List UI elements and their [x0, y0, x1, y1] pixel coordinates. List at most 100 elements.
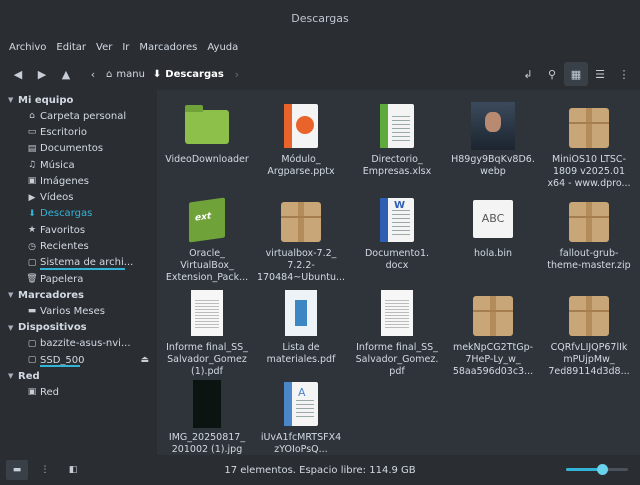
file-manager-window: Descargas Archivo Editar Ver Ir Marcador…: [0, 0, 640, 485]
sidebar-item-escritorio[interactable]: ▭ Escritorio: [0, 124, 157, 140]
text-document-icon: A: [277, 380, 325, 428]
expand-triangle-icon: ▼: [8, 323, 14, 332]
sidebar-section-dispositivos[interactable]: ▼ Dispositivos: [0, 320, 157, 336]
sidebar-item-varios-meses[interactable]: ▬ Varios Meses: [0, 303, 157, 319]
file-item[interactable]: ext Oracle_ VirtualBox_ Extension_Pack..…: [159, 196, 255, 284]
file-item[interactable]: Módulo_ Argparse.pptx: [253, 102, 349, 178]
file-item[interactable]: W Documento1. docx: [349, 196, 445, 272]
file-item[interactable]: fallout-grub- theme-master.zip: [541, 196, 637, 272]
archive-icon: [565, 196, 613, 244]
folder-icon: ▬: [27, 306, 37, 317]
menu-bar: Archivo Editar Ver Ir Marcadores Ayuda: [0, 36, 640, 58]
sidebar-item-musica[interactable]: ♫ Música: [0, 157, 157, 173]
menu-editar[interactable]: Editar: [51, 42, 91, 53]
document-icon: ▤: [27, 143, 37, 154]
binary-file-icon: ABC: [469, 196, 517, 244]
sidebar-item-sistema-de-archivos[interactable]: ▢ Sistema de archi...: [0, 255, 157, 271]
sidebar-section-red[interactable]: ▼ Red: [0, 368, 157, 384]
pdf-thumbnail: [183, 290, 231, 338]
compact-view-icon[interactable]: ⋮: [612, 62, 636, 86]
status-bar: ▬ ⋮ ◧ 17 elementos. Espacio libre: 114.9…: [0, 455, 640, 485]
zoom-slider[interactable]: [566, 464, 628, 475]
drive-icon: ▢: [27, 257, 37, 268]
file-item[interactable]: ABC hola.bin: [445, 196, 541, 260]
file-item[interactable]: Informe final_SS_ Salvador_Gomez (1).pdf: [159, 290, 255, 378]
zoom-knob[interactable]: [596, 464, 608, 475]
breadcrumb-left-chevron-icon[interactable]: ‹: [84, 62, 102, 86]
archive-icon: [565, 102, 613, 150]
drive-icon: ▢: [27, 338, 37, 349]
back-arrow-icon[interactable]: ◀: [6, 62, 30, 86]
archive-icon: [565, 290, 613, 338]
download-icon: ⬇: [28, 208, 36, 219]
location-toggle-icon[interactable]: ↲: [516, 62, 540, 86]
pdf-thumbnail: [373, 290, 421, 338]
usage-bar: [40, 267, 125, 270]
sidebar-item-carpeta-personal[interactable]: ⌂ Carpeta personal: [0, 108, 157, 124]
toolbar: ◀ ▶ ▲ ‹ ⌂ manu ⬇ Descargas › ↲ ⚲ ▦ ☰ ⋮: [0, 58, 640, 90]
breadcrumb-current[interactable]: ⬇ Descargas: [149, 62, 228, 86]
archive-icon: [469, 290, 517, 338]
video-icon: ▶: [28, 192, 36, 203]
folder-icon: [185, 105, 229, 144]
image-icon: ▣: [27, 176, 37, 187]
breadcrumb-current-label: Descargas: [165, 68, 224, 80]
archive-icon: [277, 196, 325, 244]
sidebar-item-recientes[interactable]: ◷ Recientes: [0, 238, 157, 254]
sidebar-item-red[interactable]: ▣ Red: [0, 384, 157, 400]
expand-triangle-icon: ▼: [8, 291, 14, 300]
window-title: Descargas: [0, 0, 640, 36]
file-item[interactable]: H89gy9BqKv8D6. webp: [445, 102, 541, 178]
usage-bar: [40, 365, 80, 368]
menu-ir[interactable]: Ir: [117, 42, 134, 53]
up-arrow-icon[interactable]: ▲: [54, 62, 78, 86]
drive-icon: ▢: [27, 355, 37, 365]
expand-triangle-icon: ▼: [8, 96, 14, 104]
spreadsheet-icon: [373, 102, 421, 150]
download-icon: ⬇: [152, 68, 162, 80]
sidebar-item-imagenes[interactable]: ▣ Imágenes: [0, 173, 157, 189]
menu-marcadores[interactable]: Marcadores: [134, 42, 202, 53]
list-view-icon[interactable]: ☰: [588, 62, 612, 86]
home-icon: ⌂: [106, 68, 113, 80]
file-item[interactable]: A iUvA1fcMRTSFX4 zYOIoPsQ...: [253, 380, 349, 455]
file-item[interactable]: Lista de materiales.pdf: [253, 290, 349, 366]
sidebar-item-favoritos[interactable]: ★ Favoritos: [0, 222, 157, 238]
extension-pack-icon: ext: [183, 196, 231, 244]
desktop-icon: ▭: [27, 127, 37, 138]
presentation-icon: [277, 102, 325, 150]
file-item[interactable]: IMG_20250817_ 201002 (1).jpg: [159, 380, 255, 455]
breadcrumb-home[interactable]: ⌂ manu: [102, 62, 149, 86]
pdf-thumbnail: [277, 290, 325, 338]
file-item[interactable]: virtualbox-7.2_ 7.2.2- 170484~Ubuntu...: [253, 196, 349, 284]
sidebar-item-documentos[interactable]: ▤ Documentos: [0, 141, 157, 157]
icon-view-icon[interactable]: ▦: [564, 62, 588, 86]
home-icon: ⌂: [29, 111, 35, 122]
file-item[interactable]: CQRfvLIJQP67lIk mPUjpMw_ 7ed89114d3d8...: [541, 290, 637, 378]
sidebar-section-mi-equipo[interactable]: ▼ Mi equipo: [0, 92, 157, 108]
forward-arrow-icon[interactable]: ▶: [30, 62, 54, 86]
sidebar-item-descargas[interactable]: ⬇ Descargas: [0, 206, 157, 222]
menu-archivo[interactable]: Archivo: [4, 42, 51, 53]
menu-ver[interactable]: Ver: [91, 42, 117, 53]
sidebar-item-videos[interactable]: ▶ Vídeos: [0, 189, 157, 205]
file-item[interactable]: mekNpCG2TtGp- 7HeP-Ly_w_ 58aa596d03c3...: [445, 290, 541, 378]
search-icon[interactable]: ⚲: [540, 62, 564, 86]
file-item[interactable]: MiniOS10 LTSC- 1809 v2025.01 x64 - www.d…: [541, 102, 637, 190]
menu-ayuda[interactable]: Ayuda: [202, 42, 243, 53]
breadcrumb-right-chevron-icon[interactable]: ›: [228, 62, 246, 86]
clock-icon: ◷: [28, 241, 36, 252]
expand-triangle-icon: ▼: [8, 372, 14, 381]
file-item[interactable]: VideoDownloader: [159, 102, 255, 166]
eject-icon[interactable]: ⏏: [140, 355, 149, 365]
sidebar-item-ssd-500[interactable]: ▢ SSD_500 ⏏: [0, 352, 157, 368]
file-item[interactable]: Directorio_ Empresas.xlsx: [349, 102, 445, 178]
sidebar-item-papelera[interactable]: 🗑 Papelera: [0, 271, 157, 287]
sidebar-section-marcadores[interactable]: ▼ Marcadores: [0, 287, 157, 303]
trash-icon: 🗑: [26, 274, 38, 285]
word-document-icon: W: [373, 196, 421, 244]
file-item[interactable]: Informe final_SS_ Salvador_Gomez. pdf: [349, 290, 445, 378]
image-thumbnail: [469, 102, 517, 150]
status-text: 17 elementos. Espacio libre: 114.9 GB: [224, 464, 416, 476]
sidebar-item-bazzite[interactable]: ▢ bazzite-asus-nvi...: [0, 336, 157, 352]
